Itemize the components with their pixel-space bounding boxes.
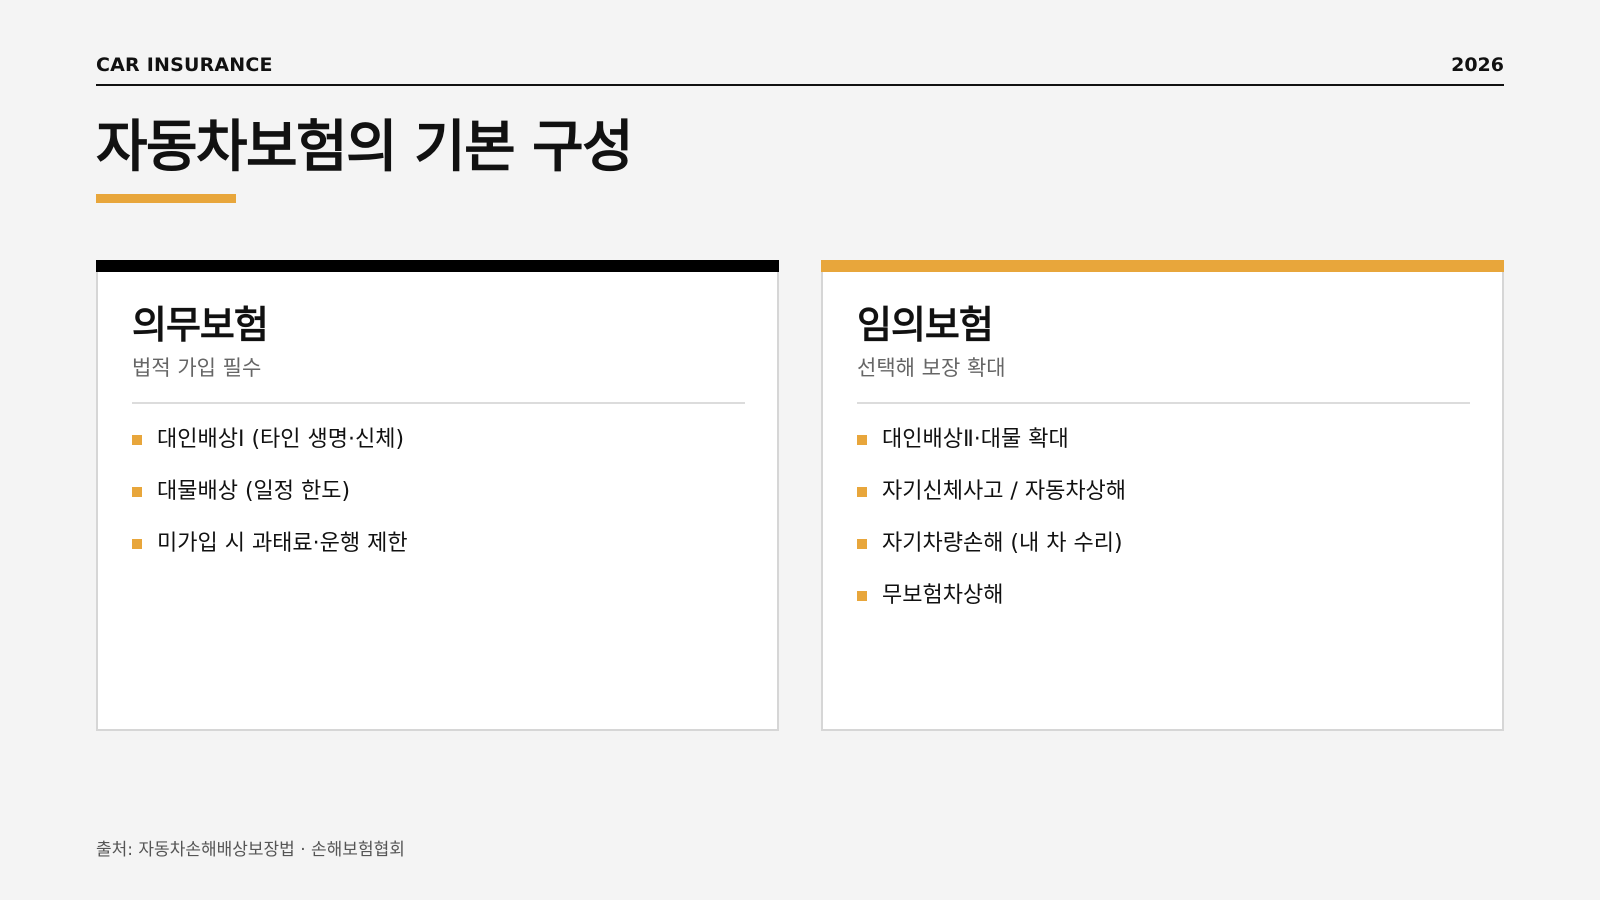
list-item-text: 미가입 시 과태료·운행 제한 xyxy=(157,531,408,556)
list-item-text: 대인배상Ⅰ (타인 생명·신체) xyxy=(157,427,405,452)
list-item: 대인배상Ⅱ·대물 확대 xyxy=(857,426,1470,478)
card-top-bar xyxy=(96,260,779,272)
list-item: 자기신체사고 / 자동차상해 xyxy=(857,478,1470,530)
mandatory-insurance-card: 의무보험 법적 가입 필수 대인배상Ⅰ (타인 생명·신체) 대물배상 (일정 … xyxy=(96,260,779,731)
year-label: 2026 xyxy=(1451,54,1504,76)
square-bullet-icon xyxy=(857,487,867,497)
card-divider xyxy=(132,402,745,404)
list-item-text: 무보험차상해 xyxy=(882,583,1004,608)
brand-label: CAR INSURANCE xyxy=(96,54,273,76)
card-item-list: 대인배상Ⅱ·대물 확대 자기신체사고 / 자동차상해 자기차량손해 (내 차 수… xyxy=(857,426,1470,634)
card-item-list: 대인배상Ⅰ (타인 생명·신체) 대물배상 (일정 한도) 미가입 시 과태료·… xyxy=(132,426,745,582)
square-bullet-icon xyxy=(857,591,867,601)
list-item-text: 대인배상Ⅱ·대물 확대 xyxy=(882,427,1069,452)
list-item: 대인배상Ⅰ (타인 생명·신체) xyxy=(132,426,745,478)
square-bullet-icon xyxy=(132,435,142,445)
list-item-text: 대물배상 (일정 한도) xyxy=(157,479,351,504)
square-bullet-icon xyxy=(857,435,867,445)
card-divider xyxy=(857,402,1470,404)
list-item: 대물배상 (일정 한도) xyxy=(132,478,745,530)
card-title: 임의보험 xyxy=(857,303,994,347)
card-title: 의무보험 xyxy=(132,303,269,347)
list-item: 자기차량손해 (내 차 수리) xyxy=(857,530,1470,582)
list-item: 미가입 시 과태료·운행 제한 xyxy=(132,530,745,582)
title-accent-bar xyxy=(96,194,236,203)
card-subtitle: 선택해 보장 확대 xyxy=(857,356,1006,380)
list-item: 무보험차상해 xyxy=(857,582,1470,634)
list-item-text: 자기차량손해 (내 차 수리) xyxy=(882,531,1123,556)
source-note: 출처: 자동차손해배상보장법 · 손해보험협회 xyxy=(96,840,405,860)
optional-insurance-card: 임의보험 선택해 보장 확대 대인배상Ⅱ·대물 확대 자기신체사고 / 자동차상… xyxy=(821,260,1504,731)
square-bullet-icon xyxy=(132,487,142,497)
card-subtitle: 법적 가입 필수 xyxy=(132,356,262,380)
square-bullet-icon xyxy=(132,539,142,549)
square-bullet-icon xyxy=(857,539,867,549)
card-top-bar xyxy=(821,260,1504,272)
page-title: 자동차보험의 기본 구성 xyxy=(96,115,634,180)
header: CAR INSURANCE 2026 xyxy=(96,50,1504,86)
list-item-text: 자기신체사고 / 자동차상해 xyxy=(882,479,1127,504)
